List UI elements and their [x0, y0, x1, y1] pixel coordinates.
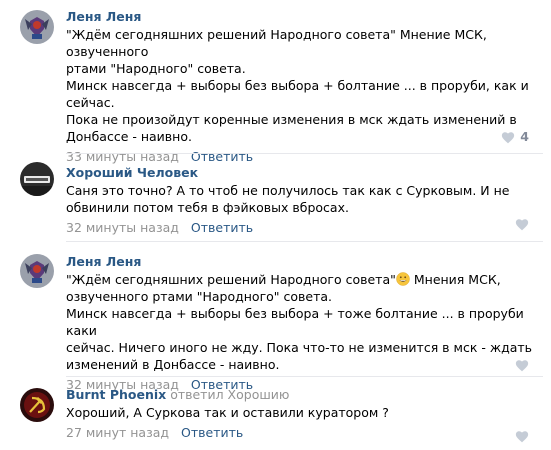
comment-text: "Ждём сегодняшних решений Народного сове…	[66, 272, 533, 372]
comment-timestamp[interactable]: 27 минут назад	[66, 425, 169, 440]
like-button[interactable]	[515, 216, 529, 232]
comment-text: "Ждём сегодняшних решений Народного сове…	[66, 27, 529, 144]
like-count: 4	[520, 129, 529, 144]
heart-icon	[515, 430, 529, 442]
comment-text: Хороший, А Суркова так и оставили курато…	[66, 405, 389, 420]
avatar[interactable]	[20, 388, 54, 422]
reply-button[interactable]: Ответить	[191, 149, 253, 164]
heart-icon	[515, 218, 529, 230]
comment-author[interactable]: Burnt Phoenix	[66, 387, 166, 402]
comment-timestamp[interactable]: 33 минуты назад	[66, 149, 179, 164]
heart-icon	[502, 131, 515, 143]
comment-author[interactable]: Хороший Человек	[66, 165, 198, 180]
hammer-sickle-icon	[20, 388, 54, 422]
reply-button[interactable]: Ответить	[191, 220, 253, 235]
divider	[66, 241, 543, 242]
avatar[interactable]	[20, 254, 54, 288]
comment-author[interactable]: Леня Леня	[66, 9, 141, 24]
comment-timestamp[interactable]: 32 минуты назад	[66, 220, 179, 235]
like-button[interactable]	[515, 357, 529, 373]
reply-button[interactable]: Ответить	[181, 425, 243, 440]
grinning-face-emoji-icon	[396, 272, 410, 286]
heart-icon	[515, 359, 529, 371]
car-plate-icon	[20, 162, 54, 196]
like-button[interactable]: 4	[501, 129, 529, 145]
coat-of-arms-icon	[20, 10, 54, 44]
avatar[interactable]	[20, 162, 54, 196]
divider	[66, 153, 543, 154]
avatar[interactable]	[20, 10, 54, 44]
coat-of-arms-icon	[20, 254, 54, 288]
reply-to-label[interactable]: ответил Хорошию	[170, 387, 289, 402]
like-button[interactable]	[515, 428, 529, 444]
divider	[66, 376, 543, 377]
comment-author[interactable]: Леня Леня	[66, 254, 141, 269]
comment-text: Саня это точно? А то чтоб не получилось …	[66, 183, 510, 215]
